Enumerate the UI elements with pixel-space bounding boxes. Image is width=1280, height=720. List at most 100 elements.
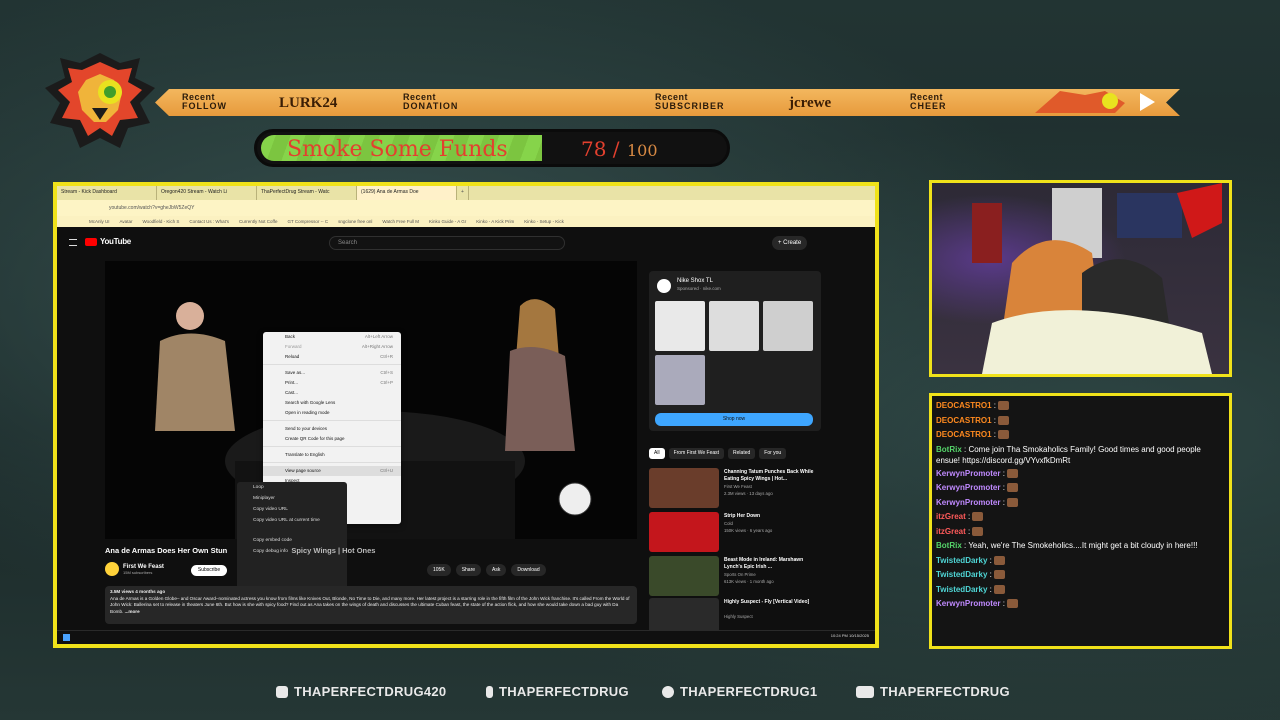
recommended-video[interactable]: Beast Mode in Ireland: Marshawn Lynch's … [649,556,829,596]
chat-message: KerwynPromoter : [932,467,1229,482]
share-button[interactable]: Share [455,564,482,576]
chip-all[interactable]: All [649,448,665,459]
video-actions: 105K Share Ask Download [427,564,546,576]
subscribe-button[interactable]: Subscribe [191,565,227,576]
subscriber-count: 15M subscribers [123,569,153,575]
ad-product-image[interactable] [763,301,813,351]
browser-tab[interactable]: Stream - Kick Dashboard [57,186,157,200]
chat-message: KerwynPromoter : [932,496,1229,511]
video-thumbnail[interactable] [649,468,719,508]
instagram-icon [276,685,288,698]
channel-avatar[interactable] [105,562,119,576]
more-link[interactable]: ...more [125,609,140,614]
stream-overlay: { "ticker": { "follow": {"l1": "Recent",… [0,0,1280,720]
windows-start-icon[interactable] [63,634,70,641]
sponsored-ad[interactable]: Nike Shox TL Sponsored · nike.com Shop n… [649,271,821,431]
player-menu-item[interactable]: Copy embed code [237,535,347,546]
bookmark[interactable]: Contact Us : What's [189,219,229,224]
bookmark[interactable]: sngclone free onl [338,219,372,224]
address-bar[interactable]: youtube.com/watch?v=gheJbW5ZeQY [57,200,875,216]
browser-tab[interactable]: Oregon420 Stream - Watch Li [157,186,257,200]
recent-events-ticker: Recent FOLLOW LURK24 Recent DONATION Rec… [155,89,1180,116]
taskbar-clock: 10:24 PM 10/15/2025 [830,633,869,638]
player-menu-item[interactable]: Copy video URL [237,504,347,515]
bookmark[interactable]: Watch Free Full M [382,219,419,224]
ctx-item-back[interactable]: Back Alt+Left Arrow [263,332,401,342]
player-menu-item[interactable]: Loop [237,482,347,493]
ctx-item-reading[interactable]: Open in reading mode [263,408,401,418]
youtube-icon [856,685,874,698]
chat-message: BotRix : Yeah, we're The Smokeholics....… [936,541,1198,550]
ctx-item-translate[interactable]: Translate to English [263,450,401,460]
facebook-icon [486,685,493,698]
player-menu-item[interactable]: Miniplayer [237,493,347,504]
menu-icon[interactable] [69,239,77,246]
bookmark[interactable]: Currently Not Coffe [239,219,277,224]
ask-button[interactable]: Ask [486,564,507,576]
bookmark[interactable]: Kinko - Setup - Kick [524,219,564,224]
chip-channel[interactable]: From First We Feast [668,448,725,459]
emote-icon [972,512,984,522]
social-facebook: THAPERFECTDRUG [486,684,629,699]
chat-message: KerwynPromoter : [932,597,1229,612]
goal-title: Smoke Some Funds [287,137,508,162]
create-button[interactable]: + Create [772,236,808,250]
recent-follow-label: Recent FOLLOW [182,92,227,111]
filter-chips: All From First We Feast Related For you [649,448,787,459]
browser-tab[interactable]: ThaPerfectDrug Stream - Watc [257,186,357,200]
like-button[interactable]: 105K [427,564,451,576]
chat-message: itzGreat : [932,510,1229,525]
bookmark[interactable]: GT Compressor -- C [287,219,328,224]
recent-cheer-label: Recent CHEER [910,92,947,111]
youtube-logo[interactable]: YouTube [85,237,131,246]
ctx-item-qr[interactable]: Create QR Code for this page [263,434,401,444]
webcam-scene [972,183,1222,374]
bookmark[interactable]: Avatar [120,219,133,224]
emote-icon [994,570,1006,580]
shop-now-button[interactable]: Shop now [655,413,813,426]
channel-name[interactable]: First We Feast [123,564,164,570]
emote-icon [1007,483,1019,493]
screen-capture: Stream - Kick Dashboard Oregon420 Stream… [53,182,879,648]
video-thumbnail[interactable] [649,512,719,552]
search-input[interactable]: Search [329,236,565,250]
ad-product-image[interactable] [709,301,759,351]
ctx-item-lens[interactable]: Search with Google Lens [263,398,401,408]
emote-icon [1007,468,1019,478]
bookmark[interactable]: Woodfield - Kich S [142,219,179,224]
browser-tabs: Stream - Kick Dashboard Oregon420 Stream… [57,186,875,200]
video-thumbnail[interactable] [649,556,719,596]
ctx-item-send[interactable]: Send to your devices [263,424,401,434]
nike-logo-icon [657,279,671,293]
player-menu-item[interactable]: Copy video URL at current time [237,515,347,535]
bookmark[interactable]: McAnly UI [89,219,110,224]
video-title: Ana de Armas Does Her Own Stun Spicy Win… [105,546,376,555]
new-tab-button[interactable]: + [457,186,469,200]
video-description[interactable]: 3.5M views 4 months ago Ana de Armas is … [105,586,637,624]
ctx-item-save[interactable]: Save as... Ctrl+S [263,368,401,378]
recommended-video[interactable]: Strip Her Down Cold 150K views · 6 years… [649,512,829,552]
lion-logo [45,53,155,148]
ctx-item-forward[interactable]: Forward Alt+Right Arrow [263,342,401,352]
chat-message: TwistedDarky : [932,568,1229,583]
channel-info[interactable]: First We Feast 15M subscribers [105,562,164,576]
ctx-item-reload[interactable]: Reload Ctrl+R [263,352,401,362]
ctx-item-cast[interactable]: Cast... [263,388,401,398]
youtube-header: YouTube Search + Create [57,231,875,255]
emote-icon [998,415,1010,425]
chip-related[interactable]: Related [728,448,756,459]
download-button[interactable]: Download [511,564,546,576]
ad-product-image[interactable] [655,301,705,351]
bookmark[interactable]: Kinko Guide - A Gr [429,219,466,224]
emote-icon [972,526,984,536]
browser-tab-active[interactable]: (1629) Ana de Armas Doe [357,186,457,200]
ctx-item-view-source[interactable]: View page source Ctrl+U [263,466,401,476]
ad-product-image[interactable] [655,355,705,405]
ctx-item-print[interactable]: Print... Ctrl+P [263,378,401,388]
goal-max: 100 [627,141,658,160]
player-context-menu: Loop Miniplayer Copy video URL Copy vide… [237,482,347,594]
recommended-video[interactable]: Channing Tatum Punches Back While Eating… [649,468,829,508]
chip-for-you[interactable]: For you [759,448,787,459]
recent-follow-name: LURK24 [279,95,338,111]
bookmark[interactable]: Kinko - A Kick Prim [476,219,514,224]
